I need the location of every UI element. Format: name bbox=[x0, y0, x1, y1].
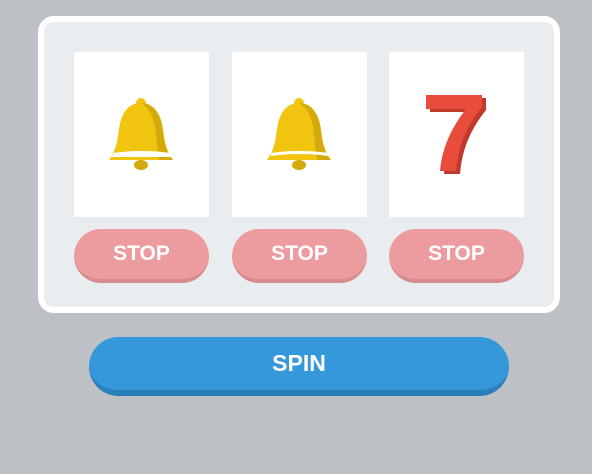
reel-2 bbox=[232, 52, 367, 217]
reel-3 bbox=[389, 52, 524, 217]
stop-button-3[interactable]: STOP bbox=[389, 229, 524, 283]
seven-icon bbox=[425, 94, 486, 174]
slot-machine: STOP STOP STOP bbox=[38, 16, 560, 313]
stop-button-2[interactable]: STOP bbox=[232, 229, 367, 283]
bell-icon bbox=[266, 97, 331, 170]
stop-button-1[interactable]: STOP bbox=[74, 229, 209, 283]
spin-button[interactable]: SPIN bbox=[89, 337, 509, 396]
bell-icon bbox=[108, 97, 173, 170]
reel-1 bbox=[74, 52, 209, 217]
